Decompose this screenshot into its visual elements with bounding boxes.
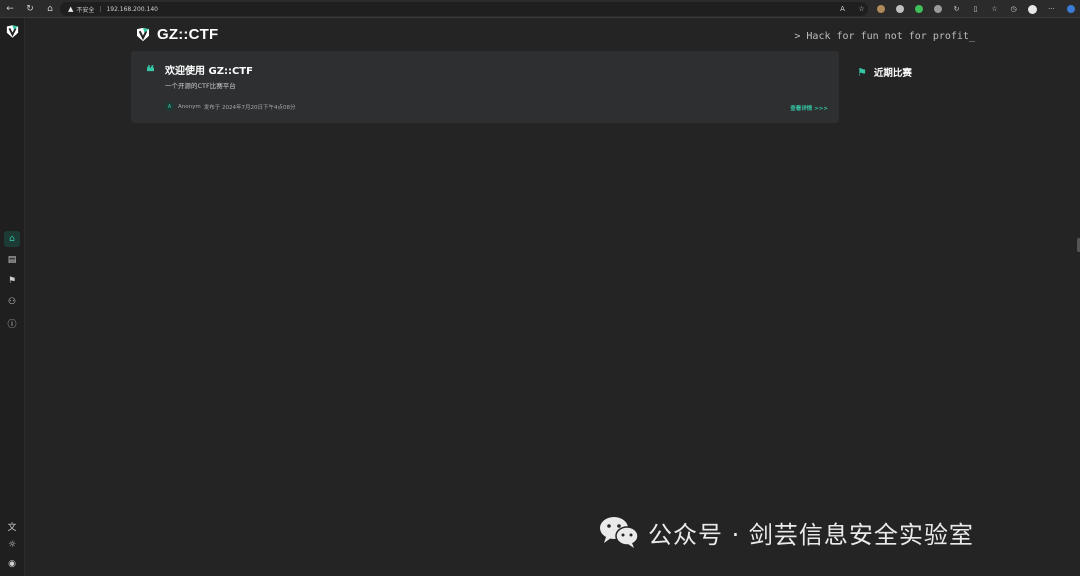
theme-toggle-button[interactable]: ☼: [4, 537, 20, 553]
user-button[interactable]: ◉: [4, 556, 20, 572]
extension-icon[interactable]: [909, 0, 928, 18]
sidebar-item-games[interactable]: ⚑: [4, 273, 20, 289]
header-logo[interactable]: GZ::CTF: [135, 26, 218, 43]
watermark: 公众号 · 剑芸信息安全实验室: [598, 514, 974, 550]
copilot-icon[interactable]: [1061, 0, 1080, 18]
quote-icon: ❝: [146, 62, 155, 81]
address-separator: |: [99, 5, 102, 13]
extension-icon[interactable]: [871, 0, 890, 18]
sidebar-item-about[interactable]: ⓘ: [4, 315, 20, 331]
gzctf-logo-icon: [137, 27, 149, 42]
address-url: 192.168.200.140: [106, 5, 158, 13]
address-warning: 不安全: [76, 6, 95, 14]
warning-icon: ▲: [68, 5, 74, 13]
split-screen-icon[interactable]: ▯: [966, 0, 985, 18]
home-browser-icon[interactable]: ⌂: [40, 0, 60, 18]
sidebar-item-posts[interactable]: ▤: [4, 252, 20, 268]
post-card[interactable]: ❝ 欢迎使用 GZ::CTF 一个开源的CTF比赛平台 A Anonym 发布于…: [131, 51, 839, 123]
language-button[interactable]: 文: [4, 518, 20, 534]
file-icon: ▤: [7, 255, 17, 265]
profile-avatar[interactable]: [1023, 0, 1042, 18]
extension-icon[interactable]: [928, 0, 947, 18]
view-details-link[interactable]: 查看详情 >>>: [790, 104, 828, 112]
home-icon: ⌂: [9, 234, 15, 244]
users-icon: ⚇: [7, 297, 17, 307]
post-author: Anonym: [178, 103, 201, 110]
refresh-extension-icon[interactable]: ↻: [947, 0, 966, 18]
read-aloud-icon[interactable]: A: [833, 0, 852, 18]
sidebar-item-teams[interactable]: ⚇: [4, 294, 20, 310]
sidebar-item-home[interactable]: ⌂: [4, 231, 20, 247]
sun-icon: ☼: [7, 540, 17, 550]
gzctf-logo-icon[interactable]: [5, 24, 20, 39]
back-icon[interactable]: ←: [0, 0, 20, 18]
recent-games-heading: ⚑ 近期比赛: [857, 65, 912, 80]
toolbar-extensions: A ☆ ↻ ▯ ☆ ◷ ···: [833, 0, 1080, 18]
post-summary: 一个开源的CTF比赛平台: [165, 82, 236, 90]
favorites-icon[interactable]: ☆: [985, 0, 1004, 18]
post-title[interactable]: 欢迎使用 GZ::CTF: [165, 62, 253, 77]
extension-icon[interactable]: [890, 0, 909, 18]
translate-icon: 文: [7, 522, 17, 533]
info-icon: ⓘ: [7, 319, 17, 330]
more-menu-icon[interactable]: ···: [1042, 0, 1061, 18]
history-icon[interactable]: ◷: [1004, 0, 1023, 18]
post-meta: A Anonym 发布于 2024年7月20日下午4点08分: [165, 102, 295, 111]
flag-icon: ⚑: [7, 276, 17, 286]
sidebar: ⌂ ▤ ⚑ ⚇ ⓘ 文 ☼ ◉: [0, 18, 25, 576]
browser-toolbar: ← ↻ ⌂ ▲ 不安全 | 192.168.200.140 A ☆ ↻ ▯ ☆ …: [0, 0, 1080, 18]
avatar: A: [165, 102, 174, 111]
post-date: 发布于 2024年7月20日下午4点08分: [203, 104, 296, 111]
favorite-star-icon[interactable]: ☆: [852, 0, 871, 18]
user-circle-icon: ◉: [8, 559, 16, 569]
wechat-icon: [600, 517, 639, 548]
refresh-icon[interactable]: ↻: [20, 0, 40, 18]
slogan: > Hack for fun not for profit_: [794, 31, 975, 42]
address-bar[interactable]: ▲ 不安全 | 192.168.200.140: [60, 2, 868, 16]
flag-icon: ⚑: [857, 65, 867, 79]
recent-games-label: 近期比赛: [873, 68, 912, 79]
brand-title: GZ::CTF: [157, 26, 219, 43]
watermark-text: 公众号 · 剑芸信息安全实验室: [648, 520, 974, 549]
